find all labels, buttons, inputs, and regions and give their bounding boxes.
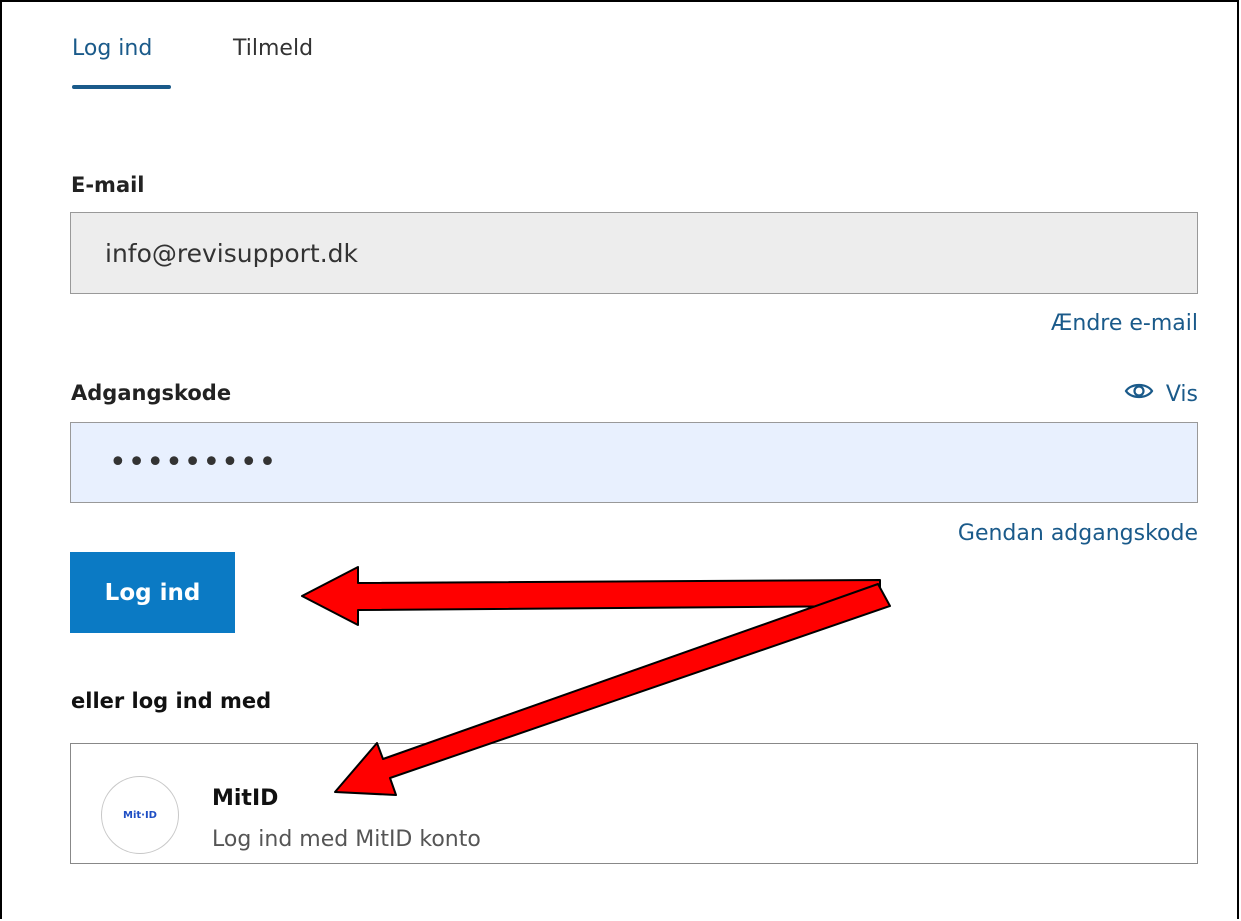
provider-description: Log ind med MitID konto [212, 827, 481, 852]
change-email-link[interactable]: Ændre e-mail [1051, 311, 1198, 336]
eye-icon [1124, 380, 1154, 408]
email-field[interactable]: info@revisupport.dk [70, 212, 1198, 294]
password-masked-value: ••••••••• [109, 445, 278, 480]
active-tab-indicator [72, 85, 171, 89]
password-label: Adgangskode [71, 381, 232, 405]
login-button[interactable]: Log ind [70, 552, 235, 633]
email-value: info@revisupport.dk [105, 238, 359, 268]
mitid-logo-text: Mit∙ID [123, 809, 157, 821]
alt-login-heading: eller log ind med [71, 689, 272, 713]
mitid-logo: Mit∙ID [101, 776, 179, 854]
show-password-label: Vis [1165, 381, 1198, 407]
mitid-login-option[interactable]: Mit∙ID MitID Log ind med MitID konto [70, 743, 1198, 864]
tab-log-ind[interactable]: Log ind [72, 34, 152, 64]
recover-password-link[interactable]: Gendan adgangskode [958, 521, 1198, 546]
email-label: E-mail [71, 173, 145, 197]
show-password-toggle[interactable]: Vis [1124, 380, 1198, 408]
password-field[interactable]: ••••••••• [70, 422, 1198, 503]
tab-tilmeld[interactable]: Tilmeld [233, 34, 313, 64]
provider-name: MitID [212, 786, 279, 811]
